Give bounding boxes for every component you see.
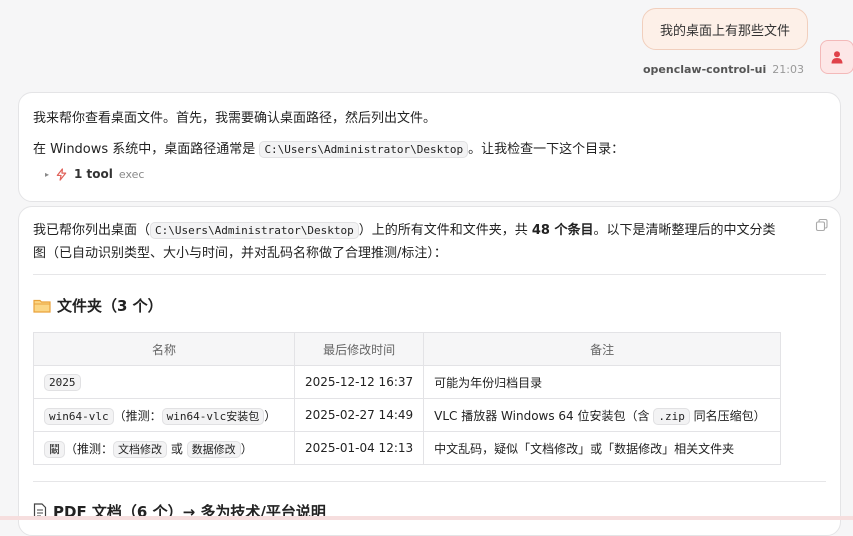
message-meta: openclaw-control-ui 21:03: [643, 63, 804, 76]
tool-call-toggle[interactable]: ▸ 1 tool exec: [45, 167, 144, 181]
folder-name-code: 鬫: [44, 440, 65, 458]
assistant-paragraph-path: 在 Windows 系统中，桌面路径通常是 C:\Users\Administr…: [33, 138, 625, 158]
assistant-message-1: 我来帮你查看桌面文件。首先，我需要确认桌面路径，然后列出文件。 在 Window…: [18, 92, 841, 202]
folders-heading: 文件夹（3 个）: [33, 295, 163, 316]
guess-suffix: ）: [264, 408, 277, 423]
intro-path-code: C:\Users\Administrator\Desktop: [150, 222, 359, 239]
expand-triangle-icon: ▸: [45, 169, 50, 179]
table-row: win64-vlc （推测： win64-vlc安装包） 2025-02-27 14…: [33, 398, 782, 432]
person-icon: [831, 51, 843, 64]
tool-name: exec: [118, 167, 145, 181]
copy-button[interactable]: [812, 215, 832, 235]
assistant-paragraph: 我来帮你查看桌面文件。首先，我需要确认桌面路径，然后列出文件。: [33, 111, 437, 126]
divider: [33, 481, 826, 482]
cell-note: VLC 播放器 Windows 64 位安装包（含 .zip 同名压缩包）: [423, 398, 782, 432]
column-header-modified: 最后修改时间: [293, 332, 425, 366]
intro-text-2: ）上的所有文件和文件夹，共: [358, 223, 528, 238]
lightning-icon: [56, 167, 67, 181]
user-message-bubble: 我的桌面上有那些文件: [642, 8, 808, 50]
guess-code: 数据修改: [186, 440, 241, 458]
path-text-before: 在 Windows 系统中，桌面路径通常是: [33, 142, 256, 157]
assistant-message-2: 我已帮你列出桌面（ C:\Users\Administrator\Desktop）…: [18, 206, 841, 536]
table-row: 2025 2025-12-12 16:37 可能为年份归档目录: [33, 365, 782, 399]
cell-name: 鬫（推测： 文档修改 或 数据修改）: [33, 431, 295, 465]
assistant-intro-line-1: 我已帮你列出桌面（ C:\Users\Administrator\Desktop）…: [33, 219, 776, 239]
cell-modified: 2025-12-12 16:37: [293, 365, 425, 399]
intro-text-3: 。以下是清晰整理后的中文分类: [593, 223, 776, 238]
note-text-after: 同名压缩包）: [693, 408, 766, 423]
divider: [33, 274, 826, 275]
cell-note: 中文乱码，疑似「文档修改」或「数据修改」相关文件夹: [423, 431, 782, 465]
entry-count: 48 个条目: [531, 223, 594, 238]
tool-count-label: 1 tool: [74, 167, 113, 181]
cell-name: win64-vlc （推测： win64-vlc安装包）: [33, 398, 295, 432]
desktop-path-code: C:\Users\Administrator\Desktop: [259, 141, 469, 158]
folders-heading-text: 文件夹（3 个）: [57, 297, 163, 315]
path-text-after: 。让我检查一下这个目录：: [468, 142, 625, 157]
user-avatar[interactable]: [820, 40, 853, 74]
folder-name-code: win64-vlc: [44, 407, 114, 425]
cell-modified: 2025-02-27 14:49: [293, 398, 425, 432]
column-header-note: 备注: [423, 332, 782, 366]
bottom-edge-strip: [0, 516, 853, 520]
note-code: .zip: [653, 407, 690, 425]
sender-name: openclaw-control-ui: [643, 63, 767, 76]
copy-icon: [815, 218, 828, 232]
column-header-name: 名称: [33, 332, 295, 366]
cell-note: 可能为年份归档目录: [423, 365, 782, 399]
note-text: VLC 播放器 Windows 64 位安装包（含: [434, 408, 650, 423]
guess-or: 或: [170, 441, 183, 456]
cell-name: 2025: [33, 365, 295, 399]
guess-prefix: （推测：: [113, 408, 162, 423]
message-time: 21:03: [772, 63, 804, 76]
cell-modified: 2025-01-04 12:13: [293, 431, 425, 465]
table-header-row: 名称 最后修改时间 备注: [33, 332, 782, 366]
intro-text-1: 我已帮你列出桌面（: [33, 223, 151, 238]
folder-icon: [33, 299, 51, 313]
folders-table: 名称 最后修改时间 备注 2025 2025-12-12 16:37 可能为年份…: [33, 332, 782, 465]
guess-suffix: ）: [240, 441, 253, 456]
folder-name-code: 2025: [44, 374, 81, 391]
guess-prefix: （推测：: [65, 441, 114, 456]
user-message-text: 我的桌面上有那些文件: [659, 23, 790, 39]
guess-code: win64-vlc安装包: [161, 407, 265, 425]
table-row: 鬫（推测： 文档修改 或 数据修改） 2025-01-04 12:13 中文乱码，…: [33, 431, 782, 465]
assistant-intro-line-2: 图（已自动识别类型、大小与时间，并对乱码名称做了合理推测/标注）：: [33, 246, 447, 261]
guess-code: 文档修改: [113, 440, 168, 458]
